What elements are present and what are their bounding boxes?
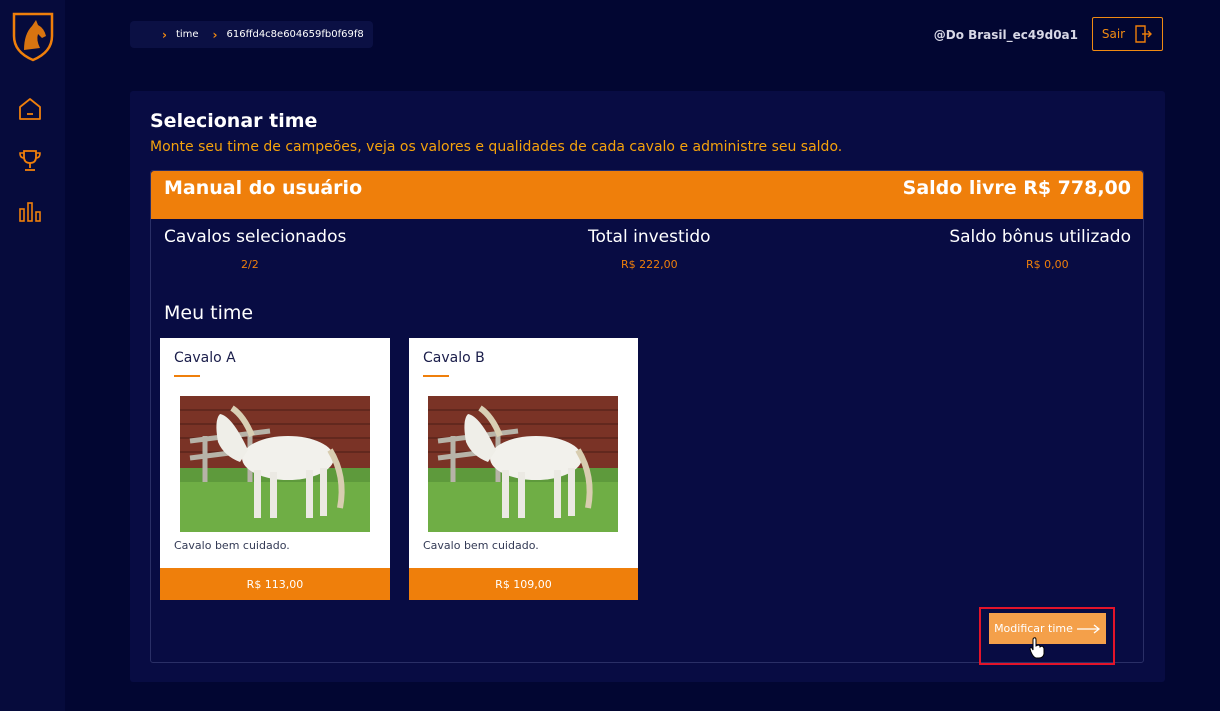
chevron-right-icon: › xyxy=(212,27,218,42)
horse-description: Cavalo bem cuidado. xyxy=(423,539,539,552)
modify-team-button[interactable]: Modificar time xyxy=(989,613,1106,644)
horse-card[interactable]: Cavalo A Cavalo bem cuidado. R$ 113,00 xyxy=(160,338,390,600)
team-summary-box: Manual do usuário Saldo livre R$ 778,00 … xyxy=(150,170,1144,665)
title-underline xyxy=(423,375,449,377)
logout-button[interactable]: Sair xyxy=(1092,17,1163,51)
stat-value-bonus: R$ 0,00 xyxy=(1026,258,1069,271)
breadcrumb-item-time[interactable]: time xyxy=(176,29,199,40)
horse-logo-icon[interactable] xyxy=(10,10,56,62)
title-underline xyxy=(174,375,200,377)
my-team-title: Meu time xyxy=(164,302,254,324)
breadcrumb: › time › 616ffd4c8e604659fb0f69f8 xyxy=(130,21,373,48)
sidebar xyxy=(0,0,65,711)
arrow-right-icon xyxy=(1076,623,1100,634)
horse-photo xyxy=(428,396,618,532)
stat-label-invested: Total investido xyxy=(588,227,711,247)
horse-name: Cavalo A xyxy=(174,350,236,366)
modify-team-label: Modificar time xyxy=(994,622,1073,635)
chart-icon[interactable] xyxy=(17,199,43,225)
horse-description: Cavalo bem cuidado. xyxy=(174,539,290,552)
horse-price: R$ 113,00 xyxy=(160,568,390,600)
chevron-right-icon: › xyxy=(162,27,167,42)
stat-label-selected: Cavalos selecionados xyxy=(164,227,347,247)
home-icon[interactable] xyxy=(17,96,43,122)
trophy-icon[interactable] xyxy=(17,148,43,174)
logout-label: Sair xyxy=(1101,27,1126,41)
team-panel: Selecionar time Monte seu time de campeõ… xyxy=(130,91,1165,682)
user-manual-link[interactable]: Manual do usuário xyxy=(164,177,362,199)
stat-value-invested: R$ 222,00 xyxy=(621,258,678,271)
breadcrumb-item-id[interactable]: 616ffd4c8e604659fb0f69f8 xyxy=(227,29,364,40)
summary-header-bar: Manual do usuário Saldo livre R$ 778,00 xyxy=(151,171,1143,219)
horse-price: R$ 109,00 xyxy=(409,568,638,600)
horse-photo xyxy=(180,396,370,532)
stat-value-selected: 2/2 xyxy=(241,258,259,271)
free-balance: Saldo livre R$ 778,00 xyxy=(902,177,1131,199)
page-title: Selecionar time xyxy=(150,110,318,132)
logout-icon xyxy=(1135,25,1153,43)
stat-label-bonus: Saldo bônus utilizado xyxy=(949,227,1131,247)
hand-cursor-icon xyxy=(1029,637,1045,659)
user-name: @Do Brasil_ec49d0a1 xyxy=(933,28,1078,42)
page-subtitle: Monte seu time de campeões, veja os valo… xyxy=(150,139,843,155)
horse-name: Cavalo B xyxy=(423,350,485,366)
horse-card[interactable]: Cavalo B Cavalo bem cuidado. R$ 109,00 xyxy=(409,338,638,600)
